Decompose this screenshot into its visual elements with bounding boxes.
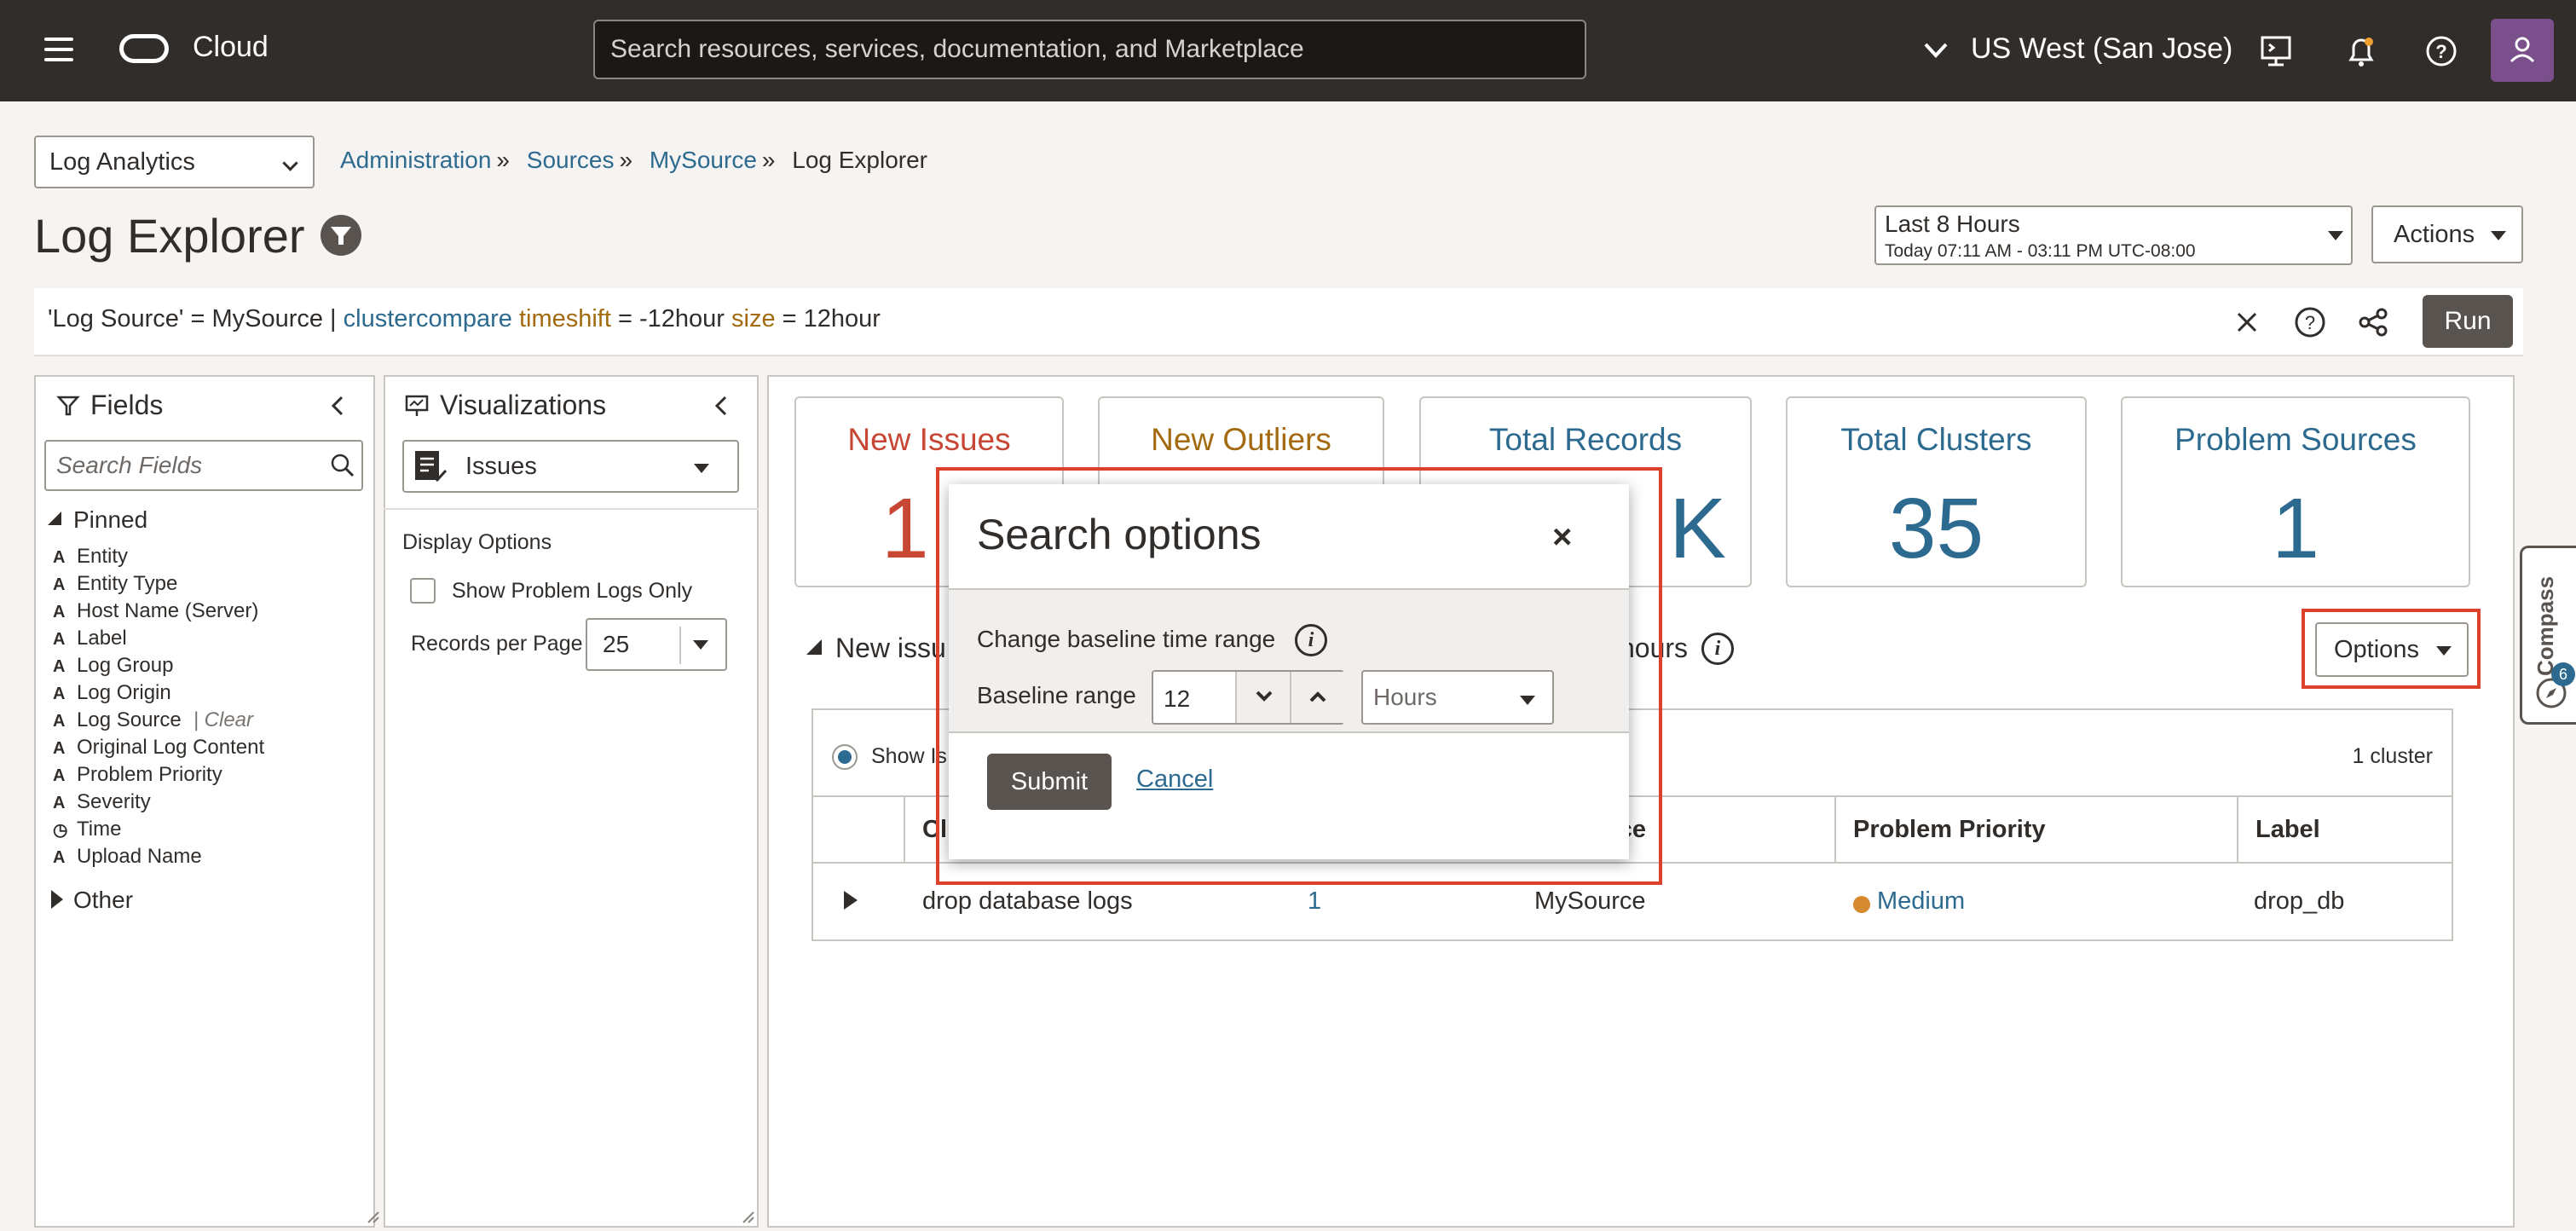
column-header-expand: [813, 795, 905, 864]
query-help-icon[interactable]: ?: [2293, 305, 2327, 339]
cluster-cell: drop database logs: [922, 887, 1133, 915]
filter-icon[interactable]: [321, 215, 361, 256]
column-header-label[interactable]: Label: [2237, 795, 2452, 864]
card-problem-sources[interactable]: Problem Sources 1: [2121, 396, 2470, 587]
fields-search-input[interactable]: Search Fields: [44, 440, 363, 491]
show-problem-logs-checkbox[interactable]: [410, 578, 436, 604]
dropdown-arrow-icon: [693, 640, 708, 650]
breadcrumb: Administration» Sources» MySource» Log E…: [340, 147, 928, 173]
search-icon[interactable]: [329, 452, 356, 479]
share-icon[interactable]: [2356, 305, 2390, 339]
field-item[interactable]: A Entity Type: [53, 570, 264, 598]
chevron-down-icon[interactable]: [1923, 41, 1949, 60]
source-cell: MySource: [1534, 887, 1646, 915]
menu-icon[interactable]: [44, 38, 73, 63]
show-problem-logs-label: Show Problem Logs Only: [452, 579, 693, 603]
field-item[interactable]: A Upload Name: [53, 843, 264, 870]
divider: [384, 508, 759, 510]
oracle-logo[interactable]: [119, 34, 169, 63]
notification-bell-icon[interactable]: [2342, 32, 2380, 70]
svg-text:?: ?: [2435, 41, 2446, 62]
highlight-box: [2302, 609, 2481, 689]
user-icon: [2510, 37, 2535, 63]
visualization-icon: [405, 395, 429, 416]
top-bar: Cloud Search resources, services, docume…: [0, 0, 2576, 101]
global-search-input[interactable]: Search resources, services, documentatio…: [593, 20, 1586, 79]
breadcrumb-sources[interactable]: Sources: [527, 147, 615, 173]
run-button[interactable]: Run: [2423, 295, 2513, 348]
priority-dot-icon: [1853, 896, 1870, 913]
field-item[interactable]: A Host Name (Server): [53, 598, 264, 625]
label-cell: drop_db: [2254, 887, 2345, 915]
expand-row-icon[interactable]: [842, 889, 859, 911]
collapsed-triangle-icon[interactable]: [49, 888, 65, 910]
cloud-shell-icon[interactable]: [2257, 32, 2295, 70]
visualization-selector[interactable]: Issues: [402, 440, 739, 493]
field-item[interactable]: A Log Source | Clear: [53, 707, 264, 734]
field-item[interactable]: A Original Log Content: [53, 734, 264, 761]
records-per-page-select[interactable]: 25: [586, 618, 727, 671]
user-avatar[interactable]: [2491, 19, 2554, 82]
pinned-label: Pinned: [73, 506, 148, 533]
visualizations-title: Visualizations: [440, 390, 607, 420]
highlight-box: [936, 467, 1662, 885]
breadcrumb-administration[interactable]: Administration: [340, 147, 491, 173]
collapse-chevron-icon[interactable]: [713, 394, 730, 418]
field-item[interactable]: A Entity: [53, 543, 264, 570]
expand-triangle-icon[interactable]: [46, 510, 63, 527]
time-range-selector[interactable]: Last 8 Hours Today 07:11 AM - 03:11 PM U…: [1874, 205, 2353, 265]
priority-cell[interactable]: Medium: [1877, 887, 1965, 916]
field-item[interactable]: A Log Origin: [53, 679, 264, 707]
info-icon[interactable]: i: [1701, 633, 1734, 665]
show-issues-radio[interactable]: [832, 744, 858, 770]
svg-text:?: ?: [2305, 312, 2315, 333]
display-options-label: Display Options: [402, 530, 552, 554]
field-item[interactable]: ◷ Time: [53, 816, 264, 843]
field-list: A Entity A Entity Type A Host Name (Server)…: [53, 543, 264, 870]
new-issues-section-title: New issu: [835, 633, 946, 663]
chevron-down-icon: [282, 155, 298, 171]
visualizations-panel: [384, 375, 759, 1228]
resize-handle-icon[interactable]: [742, 1211, 755, 1224]
card-total-clusters[interactable]: Total Clusters 35: [1786, 396, 2087, 587]
collapse-chevron-icon[interactable]: [329, 394, 346, 418]
column-header-problem-priority[interactable]: Problem Priority: [1834, 795, 2237, 864]
clear-filter-link[interactable]: | Clear: [193, 708, 253, 731]
clear-query-icon[interactable]: [2230, 305, 2264, 339]
cluster-count: 1 cluster: [2352, 744, 2433, 768]
issues-list-icon: [415, 451, 448, 483]
dropdown-arrow-icon: [2491, 231, 2506, 240]
dropdown-arrow-icon: [2328, 231, 2343, 240]
field-item[interactable]: A Label: [53, 625, 264, 652]
field-item[interactable]: A Problem Priority: [53, 761, 264, 789]
field-item[interactable]: A Severity: [53, 789, 264, 816]
fields-title: Fields: [90, 390, 164, 420]
count-cell[interactable]: 1: [1308, 887, 1321, 916]
other-fields-label[interactable]: Other: [73, 887, 133, 914]
compass-tab[interactable]: Compass 6: [2520, 546, 2576, 725]
breadcrumb-current: Log Explorer: [792, 147, 928, 173]
query-editor[interactable]: 'Log Source' = MySource | clustercompare…: [34, 288, 2523, 356]
brand-label: Cloud: [193, 31, 269, 63]
divider: [679, 627, 681, 664]
app-selector[interactable]: Log Analytics: [34, 136, 315, 188]
breadcrumb-mysource[interactable]: MySource: [650, 147, 757, 173]
field-item[interactable]: A Log Group: [53, 652, 264, 679]
records-per-page-label: Records per Page: [411, 632, 583, 656]
filter-outline-icon: [56, 396, 80, 416]
help-icon[interactable]: ?: [2423, 32, 2460, 70]
query-text[interactable]: 'Log Source' = MySource | clustercompare…: [48, 305, 881, 333]
region-selector[interactable]: US West (San Jose): [1971, 32, 2232, 66]
compass-badge: 6: [2551, 662, 2575, 686]
expand-triangle-icon[interactable]: [805, 638, 823, 656]
resize-handle-icon[interactable]: [367, 1211, 380, 1224]
page-title: Log Explorer: [34, 209, 305, 263]
dropdown-arrow-icon: [694, 464, 709, 473]
actions-button[interactable]: Actions: [2371, 205, 2523, 263]
